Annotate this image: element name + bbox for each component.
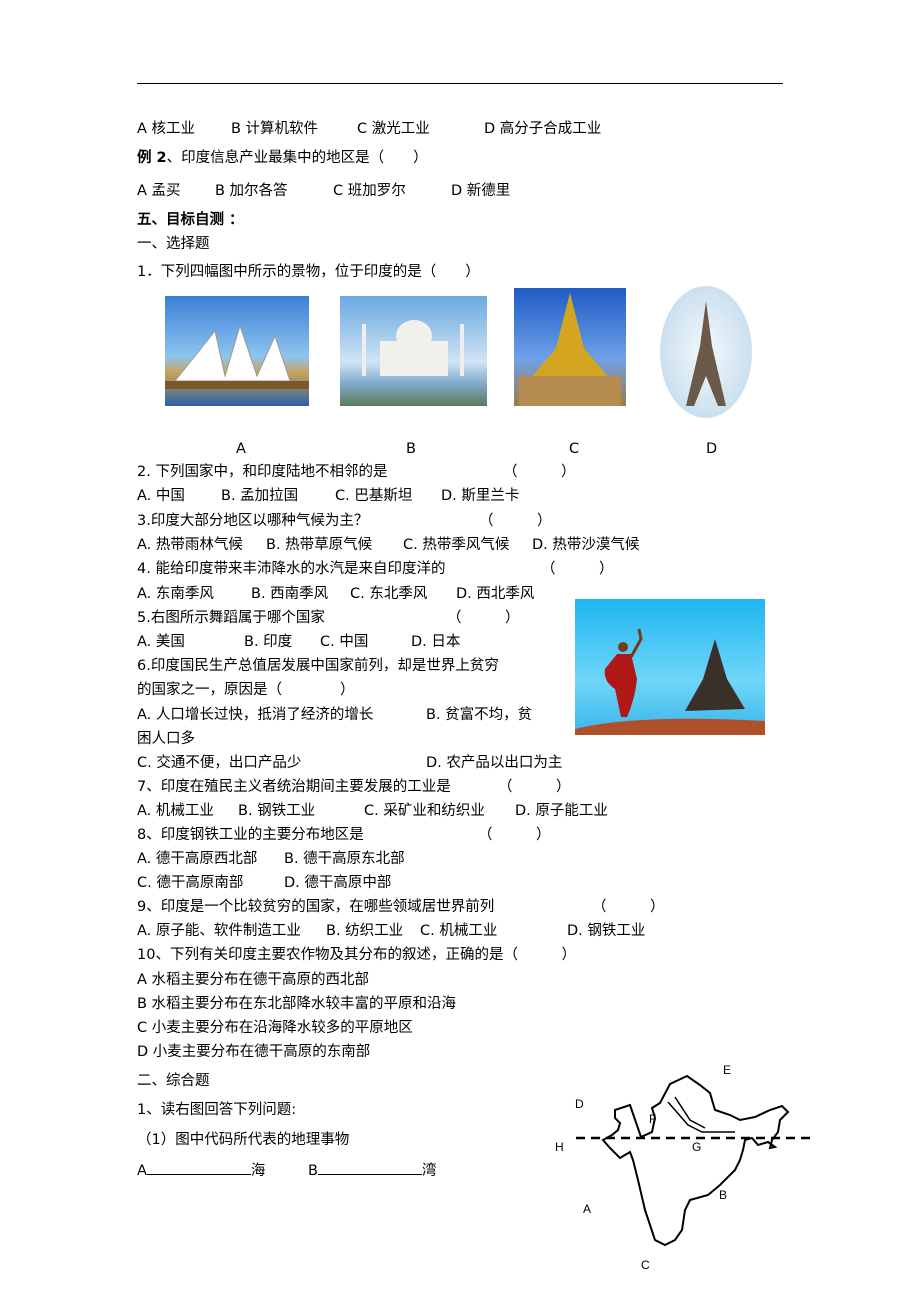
q5-option-a: A. 美国	[137, 634, 185, 650]
q6-option-a: A. 人口增长过快，抵消了经济的增长	[137, 707, 374, 723]
q8-text: 8、印度钢铁工业的主要分布地区是	[137, 827, 364, 843]
q10-option-b: B 水稻主要分布在东北部降水较丰富的平原和沿海	[137, 996, 457, 1012]
q4-text: 4. 能给印度带来丰沛降水的水汽是来自印度洋的	[137, 561, 446, 577]
q1-label-a: A	[236, 441, 246, 457]
map-label-g: G	[692, 1140, 702, 1154]
q4-option-a: A. 东南季风	[137, 586, 214, 602]
india-outline-map	[576, 1074, 810, 1247]
a-prefix: A	[137, 1163, 147, 1179]
q3-option-d: D. 热带沙漠气候	[532, 537, 640, 553]
ex2-option-a: A 孟买	[137, 183, 181, 199]
part1-heading: 一、选择题	[137, 236, 210, 252]
q8-option-a: A. 德干高原西北部	[137, 851, 258, 867]
ex1-option-b: B 计算机软件	[231, 121, 319, 137]
q6-option-d: D. 农产品以出口为主	[426, 755, 563, 771]
q10-text: 10、下列有关印度主要农作物及其分布的叙述，正确的是（ ）	[137, 947, 576, 963]
q7-option-c: C. 采矿业和纺织业	[364, 803, 485, 819]
ex1-option-a: A 核工业	[137, 121, 196, 137]
b-suffix: 湾	[421, 1163, 437, 1179]
q4-option-b: B. 西南季风	[251, 586, 329, 602]
q9-option-c: C. 机械工业	[420, 923, 498, 939]
q8-option-d: D. 德干高原中部	[284, 875, 392, 891]
q5-option-d: D. 日本	[411, 634, 461, 650]
q2-text: 2. 下列国家中，和印度陆地不相邻的是	[137, 464, 388, 480]
q7-option-a: A. 机械工业	[137, 803, 214, 819]
q6-text-line2: 的国家之一，原因是（ ）	[137, 682, 355, 698]
ex2-option-d: D 新德里	[451, 183, 511, 199]
q2-option-c: C. 巴基斯坦	[335, 488, 413, 504]
q6-option-b-cont: 困人口多	[137, 731, 195, 747]
a-suffix: 海	[250, 1163, 266, 1179]
ex2-option-b: B 加尔各答	[215, 183, 288, 199]
map-label-b: B	[719, 1188, 728, 1202]
q3-option-c: C. 热带季风气候	[403, 537, 510, 553]
q6-option-c: C. 交通不便，出口产品少	[137, 755, 302, 771]
map-label-e: E	[723, 1063, 732, 1077]
shwedagon-pagoda-image	[514, 288, 626, 406]
q7-option-d: D. 原子能工业	[515, 803, 608, 819]
b-blank[interactable]	[317, 1160, 422, 1175]
q9-option-b: B. 纺织工业	[326, 923, 404, 939]
ex2-option-c: C 班加罗尔	[333, 183, 406, 199]
eiffel-tower-image	[660, 286, 752, 418]
q9-option-d: D. 钢铁工业	[567, 923, 646, 939]
q7-text: 7、印度在殖民主义者统治期间主要发展的工业是	[137, 779, 451, 795]
q1-label-d: D	[706, 441, 718, 457]
map-label-a: A	[583, 1202, 592, 1216]
section-heading: 五、目标自测 ：	[137, 212, 244, 228]
map-label-h: H	[555, 1140, 564, 1154]
ex2-question: 例 2、印度信息产业最集中的地区是（ ）	[137, 149, 428, 167]
q7-option-b: B. 钢铁工业	[238, 803, 316, 819]
indian-dance-image	[575, 599, 765, 735]
q5-text: 5.右图所示舞蹈属于哪个国家	[137, 610, 325, 626]
ex2-text: 、印度信息产业最集中的地区是（ ）	[166, 150, 428, 166]
b-prefix: B	[308, 1163, 318, 1179]
q7-answer: （ ）	[498, 779, 571, 795]
q9-option-a: A. 原子能、软件制造工业	[137, 923, 301, 939]
taj-mahal-image	[340, 296, 487, 406]
q10-option-a: A 水稻主要分布在德干高原的西北部	[137, 972, 370, 988]
q4-answer: （ ）	[541, 561, 614, 577]
c1-sub: （1）图中代码所代表的地理事物	[137, 1132, 350, 1148]
q8-option-c: C. 德干高原南部	[137, 875, 244, 891]
map-label-c: C	[641, 1258, 650, 1272]
q10-option-c: C 小麦主要分布在沿海降水较多的平原地区	[137, 1020, 413, 1036]
header-rule	[137, 83, 783, 84]
a-blank[interactable]	[146, 1160, 251, 1175]
c1-text: 1、读右图回答下列问题:	[137, 1102, 297, 1118]
q6-text-line1: 6.印度国民生产总值居发展中国家前列，却是世界上贫穷	[137, 658, 499, 674]
c1-answer-line: A海 B湾	[137, 1160, 436, 1180]
q2-option-a: A. 中国	[137, 488, 185, 504]
sydney-opera-house-image	[165, 296, 309, 406]
q5-answer: （ ）	[447, 610, 520, 626]
q3-option-b: B. 热带草原气候	[266, 537, 373, 553]
q3-option-a: A. 热带雨林气候	[137, 537, 243, 553]
map-label-d: D	[575, 1097, 584, 1111]
ex1-option-c: C 激光工业	[357, 121, 430, 137]
q1-label-c: C	[569, 441, 580, 457]
q6-option-b: B. 贫富不均，贫	[426, 707, 533, 723]
q8-option-b: B. 德干高原东北部	[284, 851, 405, 867]
q1-label-b: B	[406, 441, 416, 457]
q10-option-d: D 小麦主要分布在德干高原的东南部	[137, 1044, 371, 1060]
q1-text: 1．下列四幅图中所示的景物，位于印度的是（ ）	[137, 264, 480, 280]
q2-answer: （ ）	[503, 464, 576, 480]
part2-heading: 二、综合题	[137, 1073, 210, 1089]
ex1-option-d: D 高分子合成工业	[484, 121, 602, 137]
map-label-f: F	[649, 1112, 657, 1126]
ex2-label: 例 2	[137, 150, 167, 166]
q4-option-c: C. 东北季风	[350, 586, 428, 602]
q4-option-d: D. 西北季风	[456, 586, 535, 602]
q3-answer: （ ）	[479, 513, 552, 529]
q5-option-b: B. 印度	[244, 634, 293, 650]
q9-text: 9、印度是一个比较贫穷的国家，在哪些领域居世界前列	[137, 899, 495, 915]
q2-option-d: D. 斯里兰卡	[441, 488, 520, 504]
q8-answer: （ ）	[478, 827, 551, 843]
q2-option-b: B. 孟加拉国	[221, 488, 299, 504]
q9-answer: （ ）	[592, 899, 665, 915]
q3-text: 3.印度大部分地区以哪种气候为主？	[137, 513, 369, 529]
q5-option-c: C. 中国	[320, 634, 369, 650]
